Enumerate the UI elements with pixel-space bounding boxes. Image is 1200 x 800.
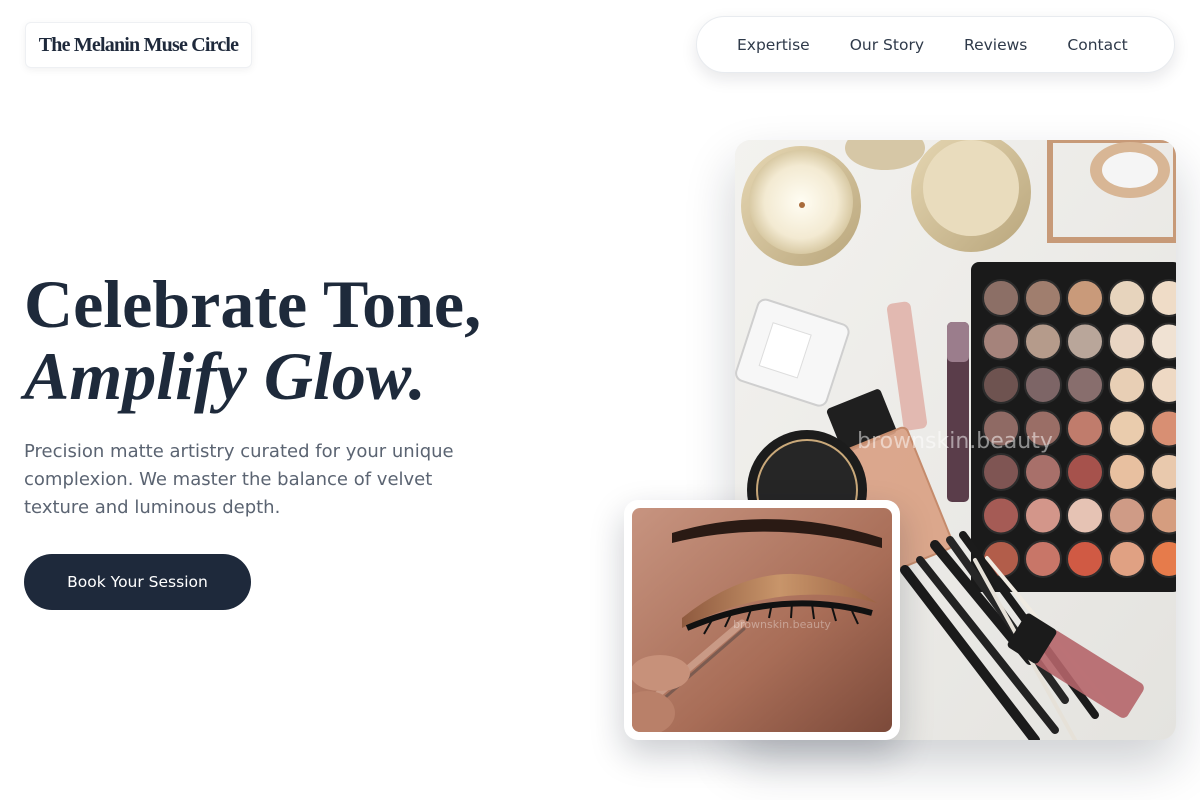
eyeshadow-pan bbox=[1024, 496, 1062, 535]
eyeshadow-pan bbox=[1024, 453, 1062, 491]
eyeshadow-pan bbox=[1066, 322, 1104, 361]
eyeshadow-pan bbox=[1108, 496, 1146, 535]
eyeshadow-pan bbox=[1024, 366, 1062, 404]
eyeshadow-pan bbox=[1024, 279, 1062, 317]
brand-logo[interactable]: The Melanin Muse Circle bbox=[25, 22, 252, 68]
eyeshadow-pan bbox=[1024, 540, 1062, 578]
eyeshadow-pan bbox=[982, 322, 1020, 361]
nav-link-contact[interactable]: Contact bbox=[1067, 36, 1127, 54]
eyeshadow-pan bbox=[1108, 279, 1146, 317]
brand-name: The Melanin Muse Circle bbox=[38, 33, 239, 56]
headline-line-2: Amplify Glow. bbox=[24, 338, 426, 414]
eyeshadow-pan bbox=[982, 279, 1020, 317]
eyeshadow-pan bbox=[1066, 453, 1104, 491]
main-nav: Expertise Our Story Reviews Contact bbox=[696, 16, 1175, 73]
nav-link-our-story[interactable]: Our Story bbox=[850, 36, 924, 54]
eyeshadow-pan bbox=[1108, 540, 1146, 578]
eyeshadow-pan bbox=[1108, 366, 1146, 404]
eyeshadow-pan bbox=[1066, 409, 1104, 448]
eyeshadow-pan bbox=[1066, 279, 1104, 317]
book-session-button[interactable]: Book Your Session bbox=[24, 554, 251, 610]
eyelash-closeup-image: brownskin.beauty bbox=[632, 508, 892, 732]
eyeshadow-pan bbox=[1108, 409, 1146, 448]
nav-link-reviews[interactable]: Reviews bbox=[964, 36, 1027, 54]
eyelash-photo-card: brownskin.beauty bbox=[624, 500, 900, 740]
inset-image-watermark: brownskin.beauty bbox=[733, 618, 831, 631]
eyeshadow-pan bbox=[1024, 322, 1062, 361]
eyeshadow-pan bbox=[1108, 322, 1146, 361]
hero-subtext: Precision matte artistry curated for you… bbox=[24, 441, 454, 518]
headline-line-1: Celebrate Tone, bbox=[24, 266, 482, 342]
eyeshadow-pan bbox=[982, 366, 1020, 404]
eyeshadow-pan bbox=[1066, 496, 1104, 535]
hero-headline: Celebrate Tone, Amplify Glow. bbox=[24, 268, 544, 412]
eyeshadow-pan bbox=[1066, 366, 1104, 404]
nav-link-expertise[interactable]: Expertise bbox=[737, 36, 810, 54]
main-image-watermark: brownskin.beauty bbox=[857, 429, 1053, 454]
eyeshadow-pan bbox=[982, 496, 1020, 535]
eyeshadow-pan bbox=[1066, 540, 1104, 578]
eyeshadow-pan bbox=[1108, 453, 1146, 491]
eyeshadow-pan bbox=[982, 453, 1020, 491]
